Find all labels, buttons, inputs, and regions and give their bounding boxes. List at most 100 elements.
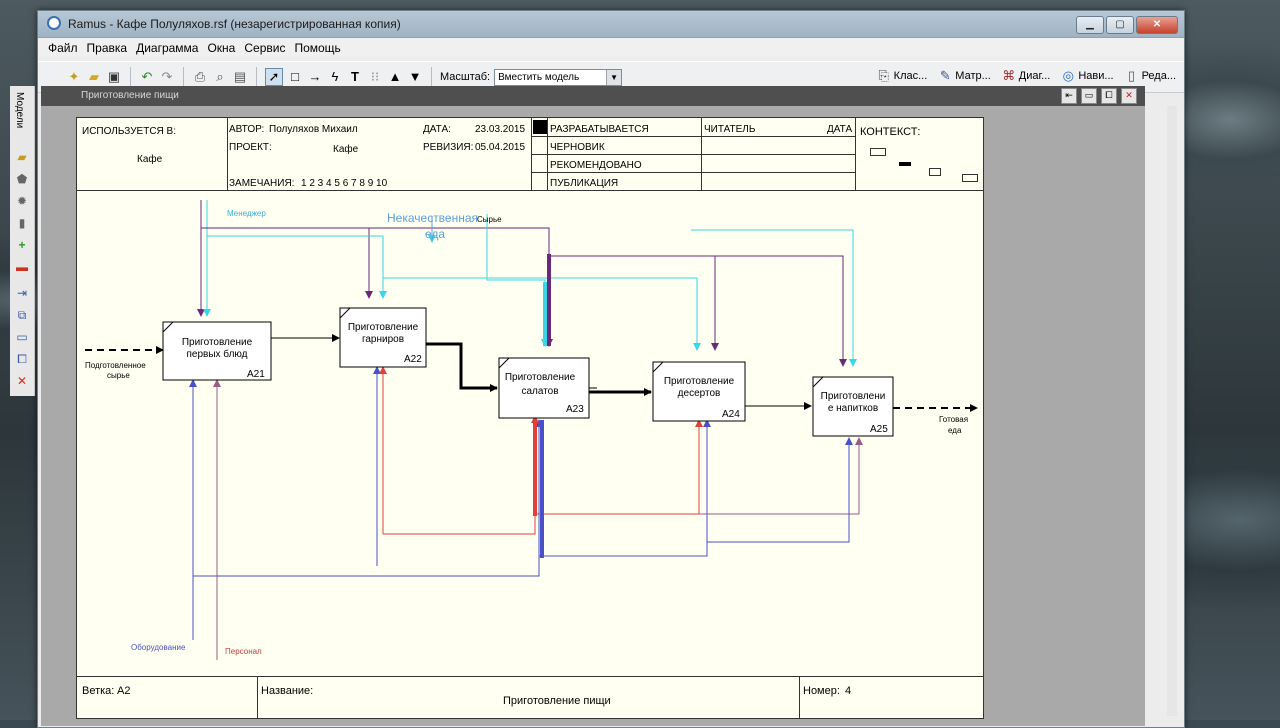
activity-box-a23[interactable]: Приготовление салатов A23 xyxy=(498,357,590,419)
arrow-tool-icon[interactable]: → xyxy=(307,69,323,85)
pointer-tool-icon[interactable]: ➚ xyxy=(265,68,283,86)
menu-bar: Файл Правка Диаграмма Окна Сервис Помощь xyxy=(38,38,1184,57)
box-tool-icon[interactable]: □ xyxy=(287,69,303,85)
flow-arrow[interactable] xyxy=(425,342,498,392)
settings-icon[interactable]: ✹ xyxy=(14,194,30,208)
control-arrow[interactable] xyxy=(486,214,549,347)
minimize-button[interactable]: ▁ xyxy=(1076,16,1104,34)
title-bar[interactable]: Ramus - Кафе Полуляхов.rsf (незарегистри… xyxy=(38,11,1184,38)
doc-maximize-icon[interactable]: ⧠ xyxy=(1101,88,1117,104)
matrix-button[interactable]: ✎ Матр... xyxy=(937,68,991,84)
menu-file[interactable]: Файл xyxy=(48,41,78,55)
date-value: 23.03.2015 xyxy=(475,124,526,135)
box-a21-line1: Приготовление xyxy=(182,337,253,348)
open-folder-icon[interactable]: ▰ xyxy=(86,69,102,85)
models-tab[interactable]: Модели xyxy=(14,92,25,128)
menu-service[interactable]: Сервис xyxy=(244,41,285,55)
diagram-footer: Ветка: A2 Название: Приготовление пищи Н… xyxy=(77,676,983,719)
close-button[interactable]: ✕ xyxy=(1136,16,1178,34)
redo-icon[interactable]: ↷ xyxy=(159,69,175,85)
activity-box-a21[interactable]: Приготовление первых блюд A21 xyxy=(162,321,272,381)
box-a22-line2: гарниров xyxy=(362,334,404,345)
activity-box-a22[interactable]: Приготовление гарниров A22 xyxy=(339,307,427,368)
box-a23-line1: Приготовление xyxy=(505,372,576,383)
control-arrow[interactable] xyxy=(201,227,373,299)
zoom-select[interactable]: Вместить модель ▼ xyxy=(494,68,623,86)
label-manager: Менеджер xyxy=(227,209,266,218)
squiggle-tool-icon[interactable]: ϟ xyxy=(327,69,343,85)
doc-pin-icon[interactable]: ⇤ xyxy=(1061,88,1077,104)
label-output-line2: еда xyxy=(948,426,962,435)
undo-icon[interactable]: ↶ xyxy=(139,69,155,85)
status-publication: ПУБЛИКАЦИЯ xyxy=(550,178,619,189)
database-icon[interactable]: ▮ xyxy=(14,216,30,230)
left-panel: Модели ▰ ⬟ ✹ ▮ + ▬ ⇥ ⧉ ▭ ⧠ ✕ xyxy=(10,86,35,396)
notes-label: ЗАМЕЧАНИЯ: xyxy=(229,178,295,189)
activity-box-a25[interactable]: Приготовлени е напитков A25 xyxy=(812,376,894,437)
vertical-scrollbar[interactable] xyxy=(1167,106,1177,716)
zoom-label: Масштаб: xyxy=(440,71,491,83)
mechanism-arrow[interactable] xyxy=(535,419,703,515)
box-a21-id: A21 xyxy=(247,369,265,380)
navigator-button[interactable]: ◎ Нави... xyxy=(1060,68,1114,84)
editor-icon: ▯ xyxy=(1127,68,1136,83)
matrix-icon: ✎ xyxy=(939,68,951,83)
menu-diagram[interactable]: Диаграмма xyxy=(136,41,198,55)
tile-windows-icon[interactable]: ⧉ xyxy=(14,308,30,322)
label-bad-food-line1: Некачественная xyxy=(387,211,478,225)
control-arrow[interactable] xyxy=(207,235,387,299)
save-icon[interactable]: ▣ xyxy=(106,69,122,85)
add-icon[interactable]: + xyxy=(14,238,30,252)
box-a23-line2: салатов xyxy=(521,386,558,397)
classifier-button[interactable]: ⎘ Клас... xyxy=(876,68,927,84)
label-output-line1: Готовая xyxy=(939,415,968,424)
grid-tool-icon[interactable]: ⁝⁝ xyxy=(367,69,383,85)
project-label: ПРОЕКТ: xyxy=(229,142,272,153)
box-a24-id: A24 xyxy=(722,409,740,420)
mechanism-arrow[interactable] xyxy=(699,437,863,515)
restore-window-icon[interactable]: ⧠ xyxy=(14,352,30,366)
author-value: Полуляхов Михаил xyxy=(269,124,358,135)
home-icon[interactable]: ⬟ xyxy=(14,172,30,186)
pin-icon[interactable]: ⇥ xyxy=(14,286,30,300)
close-model-icon[interactable]: ✕ xyxy=(14,374,30,388)
box-a22-line1: Приготовление xyxy=(348,322,419,333)
diagram-header: ИСПОЛЬЗУЕТСЯ В: Кафе АВТОР: Полуляхов Ми… xyxy=(77,118,983,191)
mechanism-arrow[interactable] xyxy=(539,419,711,557)
printer-icon[interactable]: ▤ xyxy=(232,69,248,85)
control-arrow[interactable] xyxy=(549,255,847,367)
editor-button[interactable]: ▯ Реда... xyxy=(1124,68,1176,84)
diagram-button[interactable]: ⌘ Диаг... xyxy=(1001,68,1050,84)
date-label: ДАТА: xyxy=(423,124,451,135)
mechanism-arrow[interactable] xyxy=(193,419,543,577)
mechanism-arrow[interactable] xyxy=(707,437,853,543)
doc-close-icon[interactable]: ✕ xyxy=(1121,88,1137,104)
box-a22-id: A22 xyxy=(404,354,422,365)
print-preview-icon[interactable]: ⌕ xyxy=(212,69,228,85)
maximize-button[interactable]: ▢ xyxy=(1106,16,1134,34)
label-raw: Сырье xyxy=(477,215,502,224)
mechanism-arrow[interactable] xyxy=(383,415,539,535)
box-a25-line2: е напитков xyxy=(828,403,878,414)
control-arrow[interactable] xyxy=(383,277,701,351)
activity-box-a24[interactable]: Приготовление десертов A24 xyxy=(652,361,746,422)
status-marker xyxy=(533,120,547,134)
new-file-icon[interactable]: ✦ xyxy=(66,69,82,85)
text-tool-icon[interactable]: T xyxy=(347,69,363,85)
menu-help[interactable]: Помощь xyxy=(294,41,340,55)
doc-restore-icon[interactable]: ▭ xyxy=(1081,88,1097,104)
menu-edit[interactable]: Правка xyxy=(87,41,128,55)
open-model-icon[interactable]: ▰ xyxy=(14,150,30,164)
go-down-icon[interactable]: ▼ xyxy=(407,69,423,85)
context-box xyxy=(962,174,978,182)
menu-windows[interactable]: Окна xyxy=(207,41,235,55)
revision-value: 05.04.2015 xyxy=(475,142,526,153)
used-in-value: Кафе xyxy=(137,154,163,165)
window-icon[interactable]: ▭ xyxy=(14,330,30,344)
control-arrow[interactable] xyxy=(549,255,719,351)
remove-icon[interactable]: ▬ xyxy=(14,260,30,274)
reader-label: ЧИТАТЕЛЬ xyxy=(704,124,756,135)
author-label: АВТОР: xyxy=(229,124,265,135)
go-up-icon[interactable]: ▲ xyxy=(387,69,403,85)
print-icon[interactable]: ⎙ xyxy=(192,69,208,85)
